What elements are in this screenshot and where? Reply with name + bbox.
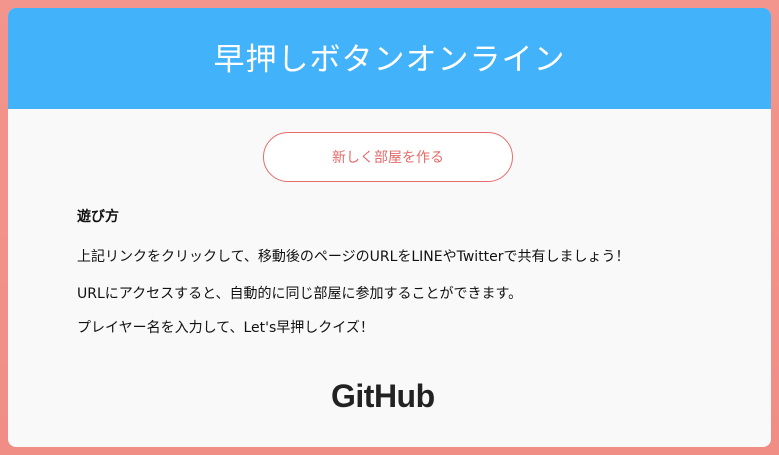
create-room-button[interactable]: 新しく部屋を作る: [263, 132, 513, 182]
main-card: 早押しボタンオンライン 新しく部屋を作る 遊び方 上記リンクをクリックして、移動…: [8, 8, 771, 447]
howto-heading: 遊び方: [77, 209, 119, 225]
howto-paragraph-2: URLにアクセスすると、自動的に同じ部屋に参加することができます。: [77, 286, 523, 302]
header-bar: 早押しボタンオンライン: [8, 8, 771, 109]
howto-paragraph-3: プレイヤー名を入力して、Let's早押しクイズ！: [77, 320, 374, 336]
github-logo-link[interactable]: GitHub: [331, 378, 435, 415]
howto-paragraph-1: 上記リンクをクリックして、移動後のページのURLをLINEやTwitterで共有…: [77, 249, 630, 265]
page-title: 早押しボタンオンライン: [213, 42, 566, 78]
